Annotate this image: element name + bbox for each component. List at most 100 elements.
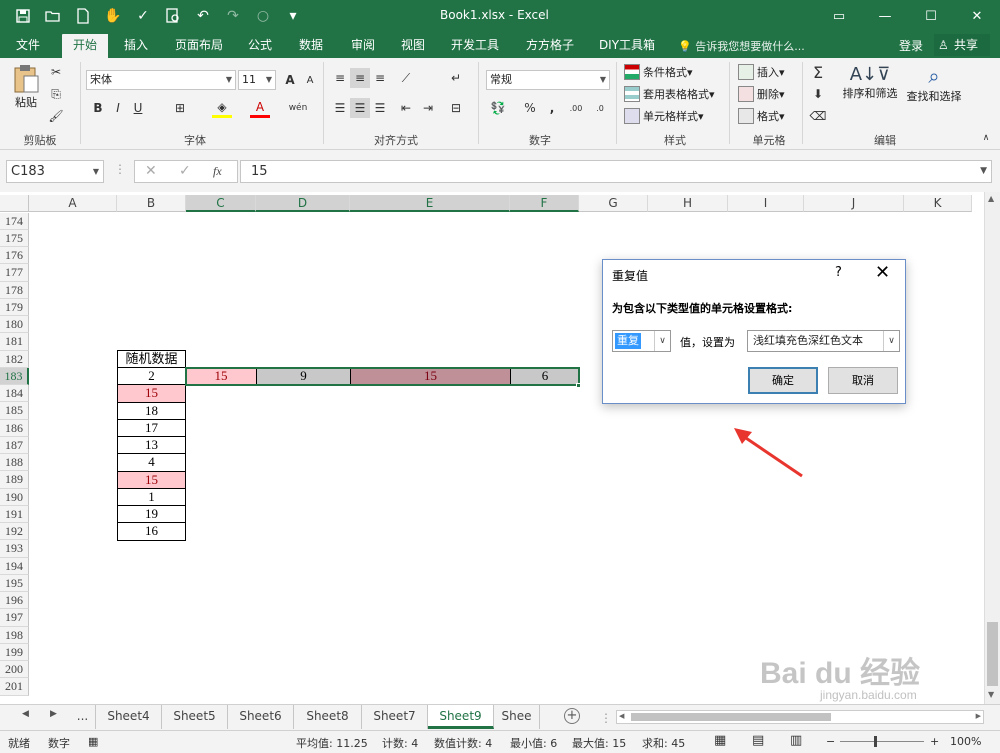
ribbon-display-icon[interactable]: ▭	[816, 0, 862, 32]
next-sheet-icon[interactable]: ▶	[50, 709, 57, 719]
decrease-indent-icon[interactable]: ⇤	[396, 98, 416, 118]
increase-indent-icon[interactable]: ⇥	[418, 98, 438, 118]
wrap-text-icon[interactable]: ↵	[446, 68, 466, 88]
scroll-up-icon[interactable]: ▲	[988, 194, 994, 203]
column-header-g[interactable]: G	[579, 195, 648, 212]
cell-b188[interactable]: 4	[117, 454, 186, 472]
cut-icon[interactable]: ✂	[46, 62, 66, 82]
new-file-icon[interactable]	[68, 4, 98, 28]
ok-button[interactable]: 确定	[748, 367, 818, 394]
row-header-197[interactable]: 197	[0, 609, 29, 627]
row-header-200[interactable]: 200	[0, 661, 29, 679]
maximize-icon[interactable]: ☐	[908, 0, 954, 32]
insert-function-button[interactable]: fx	[213, 164, 222, 179]
fill-icon[interactable]: ⬇	[808, 84, 828, 104]
phonetic-button[interactable]: wén	[288, 98, 308, 118]
row-header-192[interactable]: 192	[0, 523, 29, 541]
format-style-select[interactable]: 浅红填充色深红色文本 ∨	[747, 330, 900, 352]
zoom-out-icon[interactable]: −	[826, 735, 835, 748]
format-as-table-button[interactable]: 套用表格格式 ▾	[624, 86, 715, 102]
tab-diy-toolbox[interactable]: DIY工具箱	[592, 34, 662, 58]
collapse-ribbon-icon[interactable]: ∧	[976, 128, 996, 148]
align-center-icon[interactable]: ☰	[350, 98, 370, 118]
row-header-190[interactable]: 190	[0, 488, 29, 506]
tab-fangfang[interactable]: 方方格子	[518, 34, 582, 58]
italic-button[interactable]: I	[108, 98, 128, 118]
cell-b184[interactable]: 15	[117, 385, 186, 403]
tab-developer[interactable]: 开发工具	[444, 34, 506, 58]
scroll-right-icon[interactable]: ▶	[976, 712, 981, 720]
align-left-icon[interactable]: ☰	[330, 98, 350, 118]
row-header-201[interactable]: 201	[0, 678, 29, 696]
enter-icon[interactable]: ✓	[179, 163, 191, 179]
horizontal-scrollbar[interactable]: ◀ ▶	[616, 710, 984, 724]
name-box[interactable]: C183 ▼	[6, 160, 104, 183]
sheet-tab-sheet4[interactable]: Sheet4	[96, 705, 162, 729]
row-header-182[interactable]: 182	[0, 350, 29, 368]
number-format-select[interactable]: 常规 ▼	[486, 70, 610, 90]
align-middle-icon[interactable]: ≡	[350, 68, 370, 88]
column-header-f[interactable]: F	[510, 195, 579, 212]
dialog-close-button[interactable]: ✕	[875, 262, 890, 283]
tab-view[interactable]: 视图	[392, 34, 434, 58]
paste-button[interactable]: 粘贴	[10, 64, 42, 110]
fill-handle[interactable]	[576, 383, 581, 388]
tab-split-icon[interactable]: ⋮	[600, 711, 612, 725]
scroll-down-icon[interactable]: ▼	[988, 690, 994, 699]
tab-review[interactable]: 审阅	[342, 34, 384, 58]
column-header-h[interactable]: H	[648, 195, 728, 212]
find-select-button[interactable]: ⌕ 查找和选择	[904, 64, 964, 104]
row-header-178[interactable]: 178	[0, 281, 29, 299]
close-icon[interactable]: ✕	[954, 0, 1000, 32]
formula-input[interactable]: 15 ▼	[240, 160, 992, 183]
fill-color-icon[interactable]: ◈	[212, 98, 232, 118]
row-header-181[interactable]: 181	[0, 333, 29, 351]
sheet-tab-sheet8[interactable]: Sheet8	[294, 705, 362, 729]
orientation-icon[interactable]: ⟋	[396, 68, 416, 88]
increase-decimal-icon[interactable]: .00	[566, 98, 586, 118]
row-header-174[interactable]: 174	[0, 212, 29, 230]
underline-button[interactable]: U	[128, 98, 148, 118]
row-header-183[interactable]: 183	[0, 367, 29, 385]
tell-me-search[interactable]: 💡 告诉我您想要做什么...	[678, 38, 805, 54]
row-header-188[interactable]: 188	[0, 454, 29, 472]
tab-data[interactable]: 数据	[290, 34, 332, 58]
row-header-187[interactable]: 187	[0, 436, 29, 454]
row-header-177[interactable]: 177	[0, 264, 29, 282]
value-type-select[interactable]: 重复 ∨	[612, 330, 671, 352]
open-folder-icon[interactable]	[38, 4, 68, 28]
copy-icon[interactable]: ⎘	[46, 84, 66, 104]
clear-icon[interactable]: ⌫	[808, 106, 828, 126]
sheet-tab-sheet9[interactable]: Sheet9	[428, 705, 494, 729]
sheet-tab-sheet7[interactable]: Sheet7	[362, 705, 428, 729]
cell-b183[interactable]: 2	[117, 368, 186, 386]
row-header-180[interactable]: 180	[0, 316, 29, 334]
zoom-in-icon[interactable]: +	[930, 735, 939, 748]
row-header-185[interactable]: 185	[0, 402, 29, 420]
font-size-select[interactable]: 11 ▼	[238, 70, 276, 90]
cancel-button[interactable]: 取消	[828, 367, 898, 394]
percent-button[interactable]: %	[520, 98, 540, 118]
autosum-button[interactable]: Σ	[808, 62, 828, 82]
tab-formulas[interactable]: 公式	[240, 34, 280, 58]
touch-mode-icon[interactable]: ✋	[98, 4, 128, 28]
cell-b189[interactable]: 15	[117, 471, 186, 489]
row-header-176[interactable]: 176	[0, 247, 29, 265]
zoom-level[interactable]: 100%	[950, 735, 981, 748]
page-layout-view-icon[interactable]: ▤	[752, 733, 764, 748]
cell-b187[interactable]: 13	[117, 437, 186, 455]
align-right-icon[interactable]: ☰	[370, 98, 390, 118]
page-break-view-icon[interactable]: ▥	[790, 733, 802, 748]
sheet-tab-sheet5[interactable]: Sheet5	[162, 705, 228, 729]
row-header-193[interactable]: 193	[0, 540, 29, 558]
cell-styles-button[interactable]: 单元格样式 ▾	[624, 108, 704, 124]
tab-file[interactable]: 文件	[8, 34, 48, 58]
prev-sheet-icon[interactable]: ◀	[22, 709, 29, 719]
horizontal-scroll-thumb[interactable]	[631, 713, 831, 721]
align-top-icon[interactable]: ≡	[330, 68, 350, 88]
column-header-e[interactable]: E	[350, 195, 510, 212]
spelling-icon[interactable]: ✓	[128, 4, 158, 28]
grow-font-button[interactable]: A	[280, 70, 300, 90]
column-header-a[interactable]: A	[29, 195, 117, 212]
cell-b185[interactable]: 18	[117, 402, 186, 420]
